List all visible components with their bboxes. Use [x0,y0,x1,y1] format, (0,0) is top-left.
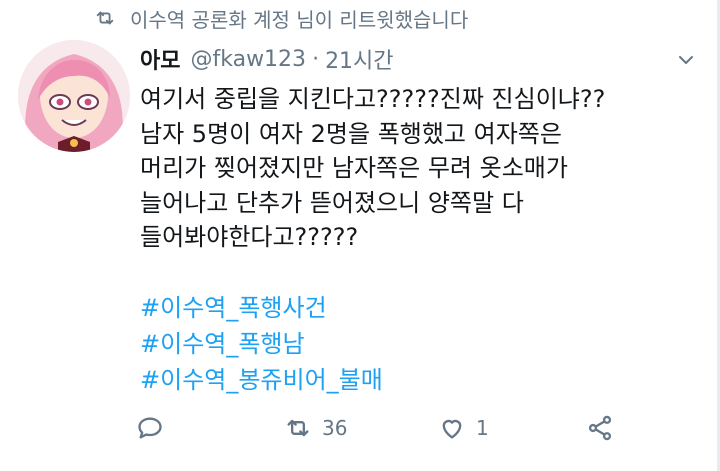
tweet-header: 아모 @fkaw123 · 21시간 [140,42,394,76]
retweet-icon [287,419,309,437]
tweet-text-line: 머리가 찢어졌지만 남자쪽은 무려 옷소매가 [140,154,568,182]
hashtag-link[interactable]: #이수역_폭행사건 [140,290,383,326]
retweet-banner: 이수역 공론화 계정 님이 리트윗했습니다 [94,4,468,32]
share-button[interactable] [586,414,614,442]
retweet-button[interactable]: 36 [284,414,347,442]
reply-icon [138,417,162,439]
avatar-illustration [18,40,130,152]
tweet-text-line: 남자 5명이 여자 2명을 폭행했고 여자쪽은 [140,119,562,148]
retweet-icon [96,11,114,25]
hashtag-link[interactable]: #이수역_봉쥬비어_불매 [140,362,383,398]
hashtag-list: #이수역_폭행사건 #이수역_폭행남 #이수역_봉쥬비어_불매 [140,290,383,398]
timestamp[interactable]: 21시간 [325,43,393,75]
chevron-down-icon[interactable] [674,48,698,72]
like-button[interactable]: 1 [438,414,489,442]
retweet-banner-text: 이수역 공론화 계정 님이 리트윗했습니다 [130,7,469,32]
tweet-text-line: 들어봐야한다고????? [140,223,359,251]
author-display-name[interactable]: 아모 [140,43,180,75]
hashtag-link[interactable]: #이수역_폭행남 [140,326,383,362]
separator: · [312,46,320,72]
author-handle[interactable]: @fkaw123 [190,47,306,72]
tweet-text-line: 여기서 중립을 지킨다고?????진짜 진심이냐?? [140,85,606,113]
avatar[interactable] [18,40,130,152]
share-icon [588,415,612,441]
like-count: 1 [476,416,489,440]
tweet-text-line: 늘어나고 단추가 뜯어졌으니 양쪽말 다 [140,188,524,217]
reply-button[interactable] [136,414,164,442]
tweet-actions: 36 1 [136,414,626,454]
tweet-body: 여기서 중립을 지킨다고?????진짜 진심이냐?? 남자 5명이 여자 2명을… [140,82,710,255]
heart-icon [442,419,462,439]
retweet-count: 36 [322,416,348,440]
